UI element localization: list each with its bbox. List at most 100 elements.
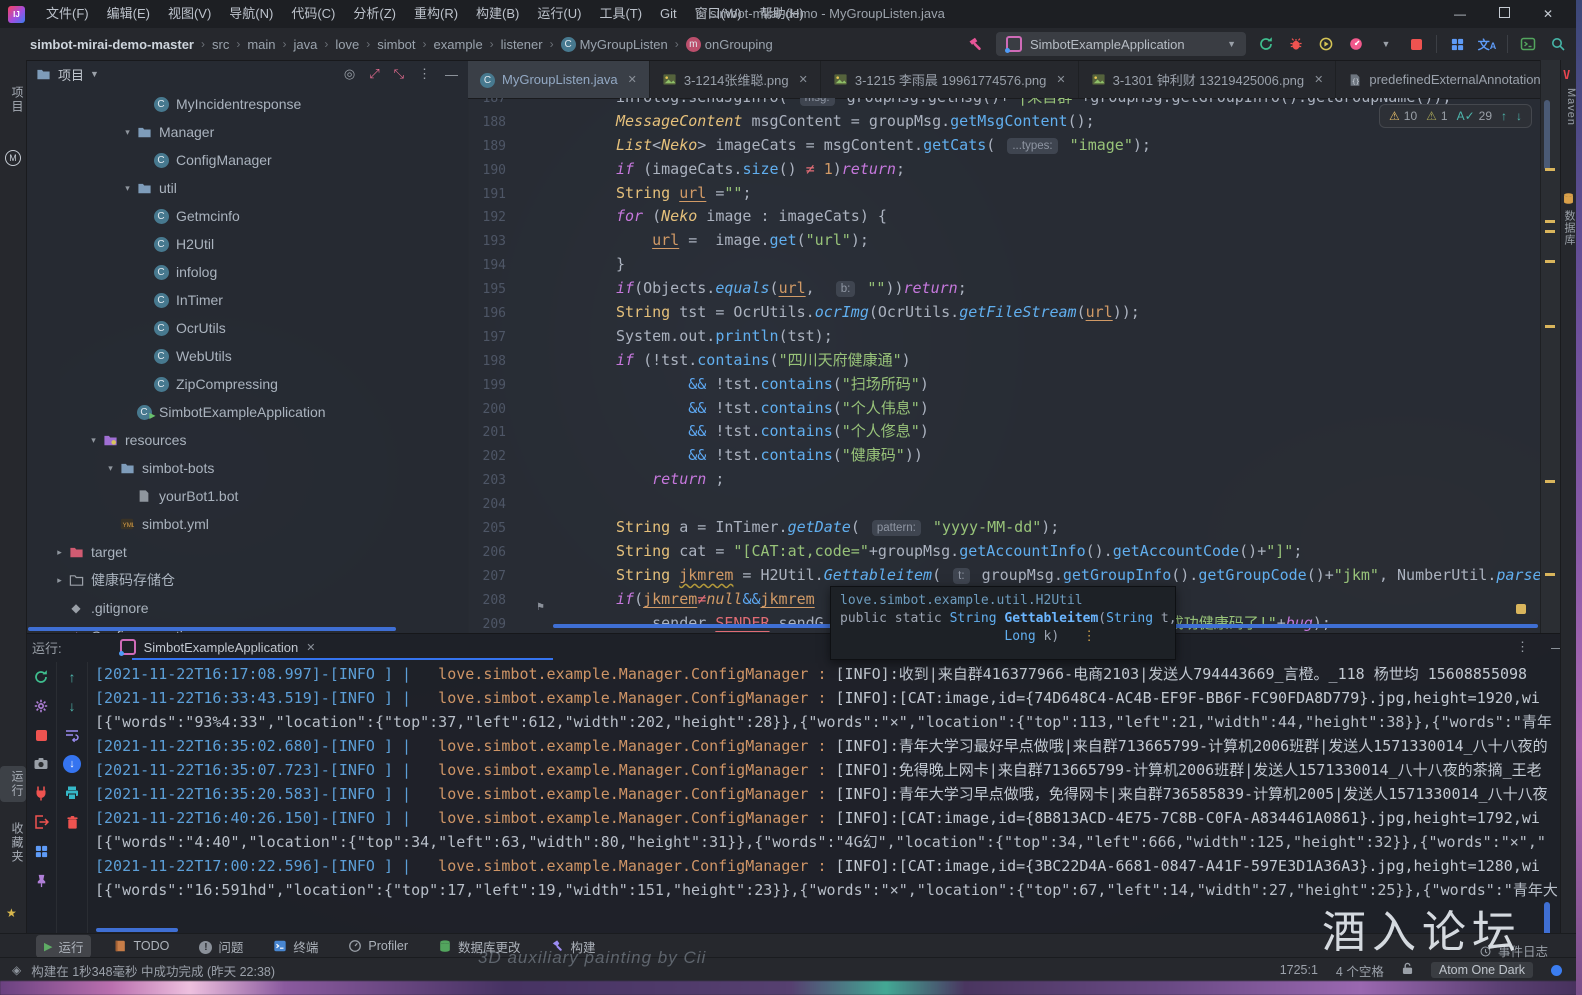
color-scheme-name[interactable]: Atom One Dark [1431, 962, 1533, 978]
project-horizontal-scrollbar[interactable] [28, 627, 396, 631]
inspections-widget[interactable]: ⚠10 ⚠1 A✓29 ↑ ↓ [1379, 104, 1532, 128]
tree-chevron-icon[interactable]: ▾ [102, 463, 119, 474]
project-tree-item[interactable]: CH2Util [26, 230, 468, 258]
close-icon[interactable]: ✕ [799, 73, 808, 86]
tree-chevron-icon[interactable]: ▸ [51, 575, 68, 586]
breadcrumb-item[interactable]: simbot [377, 37, 415, 52]
tool-button-database[interactable]: 数据库 [1561, 210, 1577, 246]
menu-item[interactable]: 编辑(E) [98, 0, 159, 28]
tool-button-maven[interactable]: Maven [1561, 88, 1577, 126]
maximize-button[interactable] [1482, 0, 1526, 28]
tree-chevron-icon[interactable]: ▸ [51, 547, 68, 558]
favorites-star-icon[interactable]: ★ [6, 906, 17, 920]
breadcrumb-item[interactable]: simbot-mirai-demo-master [30, 37, 194, 52]
menu-item[interactable]: 重构(R) [405, 0, 467, 28]
notification-dot-icon[interactable] [1551, 965, 1562, 976]
tree-chevron-icon[interactable]: ▾ [119, 183, 136, 194]
menu-item[interactable]: 代码(C) [282, 0, 344, 28]
menu-item[interactable]: Git [651, 0, 686, 28]
grid-icon[interactable] [1447, 34, 1467, 54]
wrap-icon[interactable] [63, 726, 81, 744]
profiler-icon[interactable] [1346, 34, 1366, 54]
tool-window-button-TODO[interactable]: TODO [105, 937, 177, 956]
project-tree-item[interactable]: CInTimer [26, 286, 468, 314]
tool-button-project[interactable]: 项目 [0, 86, 26, 114]
project-tree-item[interactable]: ▾util [26, 174, 468, 202]
project-tree-item[interactable]: ▾resources [26, 426, 468, 454]
breadcrumb-item[interactable]: main [247, 37, 275, 52]
project-tree-item[interactable]: ▸target [26, 538, 468, 566]
project-tree-item[interactable]: yourBot1.bot [26, 482, 468, 510]
exit-icon[interactable] [32, 813, 50, 831]
up-icon[interactable]: ↑ [63, 668, 81, 686]
breadcrumb-item[interactable]: listener [501, 37, 543, 52]
tool-button-favorites[interactable]: 收藏夹 [0, 822, 26, 864]
printer-icon[interactable] [63, 784, 81, 802]
project-tree-item[interactable]: C▶SimbotExampleApplication [26, 398, 468, 426]
tool-window-button-运行[interactable]: ▶运行 [36, 935, 91, 958]
plug-icon[interactable] [32, 784, 50, 802]
menu-item[interactable]: 构建(B) [467, 0, 528, 28]
camera-icon[interactable] [32, 755, 50, 773]
database-icon[interactable] [1562, 190, 1575, 208]
project-tree-item[interactable]: ▾Manager [26, 118, 468, 146]
close-icon[interactable]: ✕ [306, 641, 315, 654]
breadcrumb-item[interactable]: java [294, 37, 318, 52]
tool-window-button-Profiler[interactable]: Profiler [340, 937, 416, 956]
down-icon[interactable]: ↓ [63, 697, 81, 715]
breadcrumb-item[interactable]: monGrouping [686, 37, 773, 52]
project-tree-item[interactable]: ▾simbot-bots [26, 454, 468, 482]
project-tree-item[interactable]: ◆.gitignore [26, 594, 468, 622]
tool-window-button-终端[interactable]: 终端 [265, 935, 326, 958]
project-tree-item[interactable]: YMLsimbot.yml [26, 510, 468, 538]
editor-tab[interactable]: 3-1215 李雨晨 19961774576.png✕ [821, 60, 1079, 98]
stop-icon[interactable] [32, 726, 50, 744]
event-log-button[interactable]: 事件日志 [1479, 941, 1548, 960]
indent-setting[interactable]: 4 个空格 [1336, 961, 1384, 980]
search-icon[interactable] [1548, 34, 1568, 54]
breadcrumb-item[interactable]: love [335, 37, 359, 52]
rerun-icon[interactable] [32, 668, 50, 686]
minimize-button[interactable]: — [1438, 0, 1482, 28]
build-hammer-icon[interactable] [966, 34, 986, 54]
close-icon[interactable]: ✕ [628, 73, 637, 86]
project-tree-item[interactable]: CZipCompressing [26, 370, 468, 398]
menu-item[interactable]: 导航(N) [220, 0, 282, 28]
project-header[interactable]: 项目 ▼ ◎ ⤢ ⤡ ⋮ — [26, 60, 468, 88]
editor-tab[interactable]: 3-1214张维聪.png✕ [650, 60, 821, 98]
lock-icon[interactable] [1402, 962, 1413, 978]
project-tree-item[interactable]: CWebUtils [26, 342, 468, 370]
editor-error-stripe[interactable] [1540, 60, 1561, 633]
tree-chevron-icon[interactable]: ▾ [119, 127, 136, 138]
coverage-icon[interactable] [1316, 34, 1336, 54]
trash-icon[interactable] [63, 813, 81, 831]
gutter-bookmark-icon[interactable]: ⚑ [536, 602, 545, 613]
console-output[interactable]: [2021-11-22T16:17:08.997]-[INFO ] | love… [95, 662, 1576, 934]
caret-position[interactable]: 1725:1 [1280, 963, 1318, 977]
menu-item[interactable]: 分析(Z) [344, 0, 405, 28]
hide-panel-icon[interactable]: — [445, 67, 458, 82]
more-options-icon[interactable]: ⋮ [1516, 639, 1529, 655]
rerun-icon[interactable] [1256, 34, 1276, 54]
prev-problem-icon[interactable]: ↑ [1501, 109, 1507, 123]
menu-item[interactable]: 运行(U) [528, 0, 590, 28]
menu-item[interactable]: 工具(T) [590, 0, 651, 28]
project-tree-item[interactable]: CConfigManager [26, 146, 468, 174]
more-options-icon[interactable]: ⋮ [418, 66, 431, 82]
tool-window-button-问题[interactable]: !问题 [191, 935, 251, 958]
pin-icon[interactable] [32, 871, 50, 889]
close-button[interactable]: ✕ [1526, 0, 1570, 28]
project-tree-item[interactable]: CGetmcinfo [26, 202, 468, 230]
tree-chevron-icon[interactable]: ▾ [85, 435, 102, 446]
editor-vertical-scrollbar[interactable] [1544, 100, 1550, 170]
chevdn-icon[interactable]: ▼ [1376, 34, 1396, 54]
close-icon[interactable]: ✕ [1056, 73, 1065, 86]
locate-icon[interactable]: ◎ [344, 66, 355, 82]
next-problem-icon[interactable]: ↓ [1516, 109, 1522, 123]
menu-item[interactable]: 文件(F) [37, 0, 98, 28]
close-icon[interactable]: ✕ [1314, 73, 1323, 86]
breadcrumb-item[interactable]: example [434, 37, 483, 52]
code-viewport[interactable]: 187infolog.sendJgInfo( msg: groupMsg.get… [468, 98, 1540, 633]
project-tree-item[interactable]: COcrUtils [26, 314, 468, 342]
translate-icon[interactable]: 文A [1477, 34, 1497, 54]
